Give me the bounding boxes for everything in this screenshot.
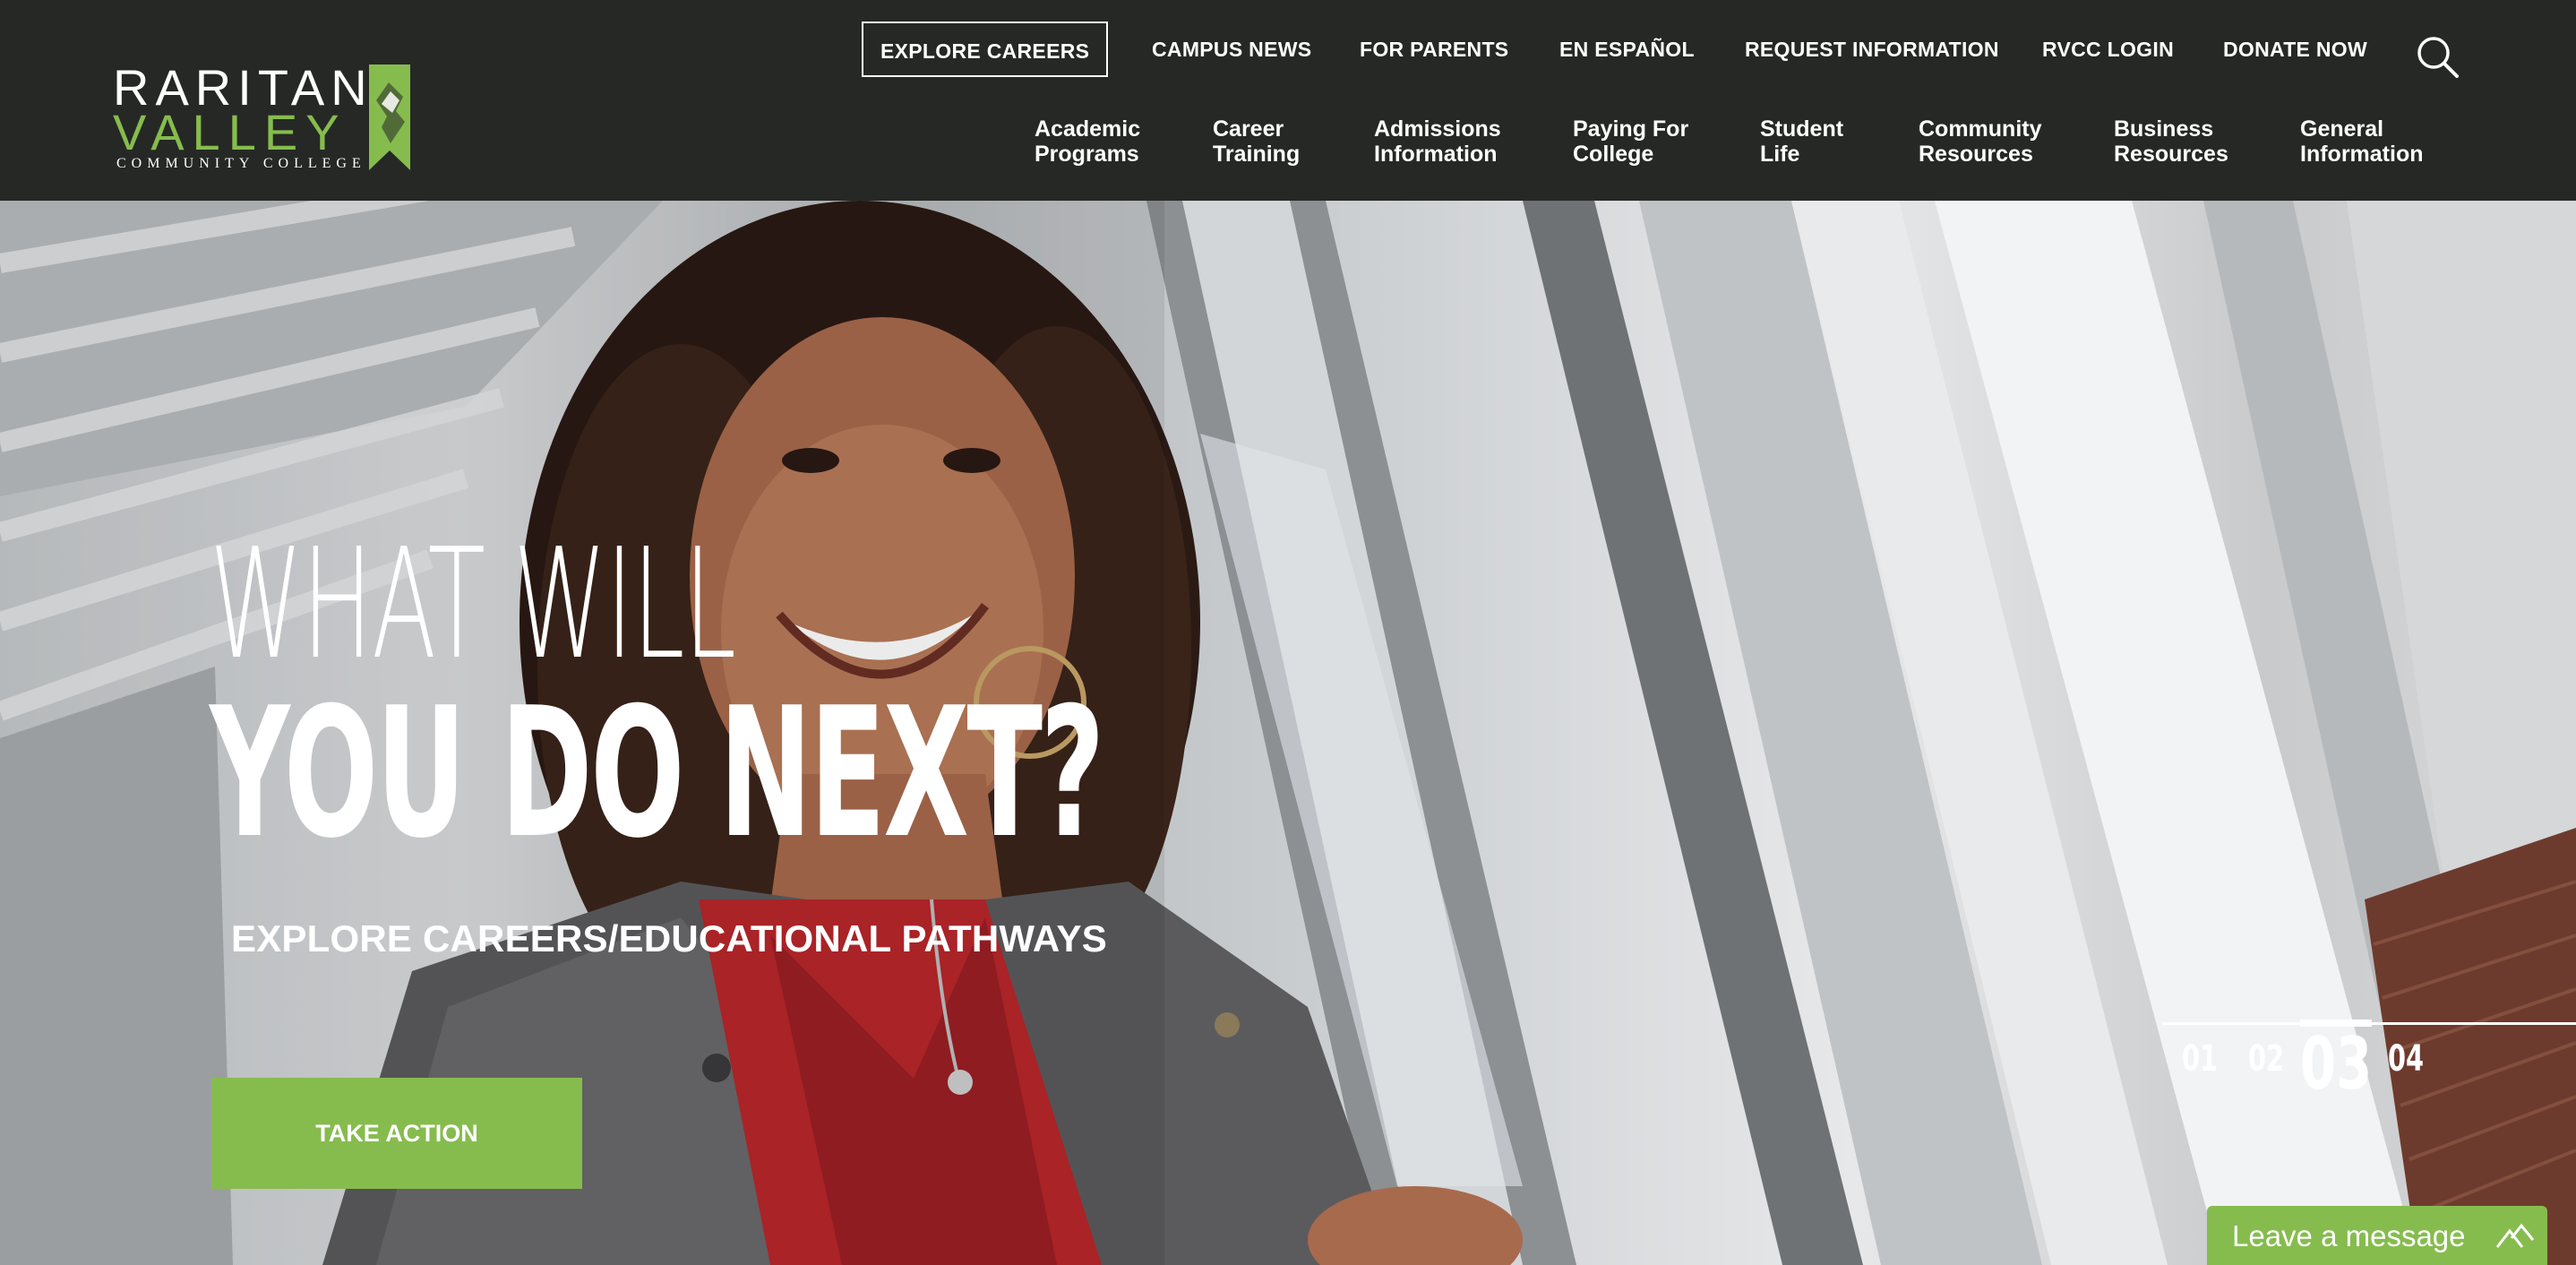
nav-item-label: Resources	[1919, 142, 2033, 167]
nav-admissions-information[interactable]: Admissions Information	[1374, 116, 1508, 167]
nav-item-label: Paying For	[1573, 116, 1689, 142]
nav-item-label: Programs	[1035, 142, 1139, 167]
nav-item-label: Resources	[2114, 142, 2228, 167]
nav-item-label: Training	[1213, 142, 1301, 167]
nav-item-label: Admissions	[1374, 116, 1501, 142]
take-action-button[interactable]: TAKE ACTION	[211, 1078, 582, 1189]
hero-banner: WHAT WILL YOU DO NEXT? EXPLORE CAREERS/E…	[0, 201, 2576, 1265]
hero-subhead: EXPLORE CAREERS/EDUCATIONAL PATHWAYS	[231, 917, 1107, 960]
chat-label: Leave a message	[2232, 1219, 2466, 1252]
slide-indicator-04[interactable]: 04	[2388, 1037, 2424, 1080]
nav-general-information[interactable]: General Information	[2300, 116, 2434, 167]
campus-news-link[interactable]: CAMPUS NEWS	[1152, 22, 1311, 77]
slide-indicator-03-active[interactable]: 03	[2300, 1020, 2373, 1102]
leave-a-message-chat-widget[interactable]: Leave a message	[2207, 1206, 2547, 1265]
search-icon[interactable]	[2415, 34, 2460, 79]
explore-careers-link[interactable]: EXPLORE CAREERS	[862, 22, 1109, 77]
main-nav: Academic Programs Career Training Admiss…	[0, 116, 2576, 170]
nav-career-training[interactable]: Career Training	[1213, 116, 1347, 167]
slide-indicator-01[interactable]: 01	[2182, 1037, 2218, 1080]
site-header: RARITAN VALLEY COMMUNITY COLLEGE EXPLORE…	[0, 0, 2576, 201]
nav-item-label: Community	[1919, 116, 2042, 142]
nav-student-life[interactable]: Student Life	[1760, 116, 1894, 167]
nav-item-label: Student	[1760, 116, 1844, 142]
nav-paying-for-college[interactable]: Paying For College	[1573, 116, 1707, 167]
nav-community-resources[interactable]: Community Resources	[1919, 116, 2053, 167]
chevron-up-icon	[2495, 1223, 2535, 1248]
nav-item-label: College	[1573, 142, 1654, 167]
nav-item-label: Information	[1374, 142, 1498, 167]
nav-item-label: Information	[2300, 142, 2424, 167]
slide-indicator-02[interactable]: 02	[2248, 1037, 2284, 1080]
nav-item-label: General	[2300, 116, 2384, 142]
nav-item-label: Career	[1213, 116, 1284, 142]
nav-academic-programs[interactable]: Academic Programs	[1035, 116, 1169, 167]
en-espanol-link[interactable]: EN ESPAÑOL	[1559, 22, 1695, 77]
request-information-link[interactable]: REQUEST INFORMATION	[1745, 22, 1999, 77]
rvcc-login-link[interactable]: RVCC LOGIN	[2042, 22, 2174, 77]
hero-headline-line2: YOU DO NEXT?	[210, 669, 1104, 878]
utility-nav: EXPLORE CAREERS CAMPUS NEWS FOR PARENTS …	[0, 22, 2576, 77]
for-parents-link[interactable]: FOR PARENTS	[1360, 22, 1508, 77]
nav-item-label: Academic	[1035, 116, 1141, 142]
donate-now-link[interactable]: DONATE NOW	[2223, 22, 2367, 77]
nav-item-label: Life	[1760, 142, 1800, 167]
nav-item-label: Business	[2114, 116, 2214, 142]
nav-business-resources[interactable]: Business Resources	[2114, 116, 2248, 167]
hero-headline-line1: WHAT WILL	[210, 516, 736, 693]
